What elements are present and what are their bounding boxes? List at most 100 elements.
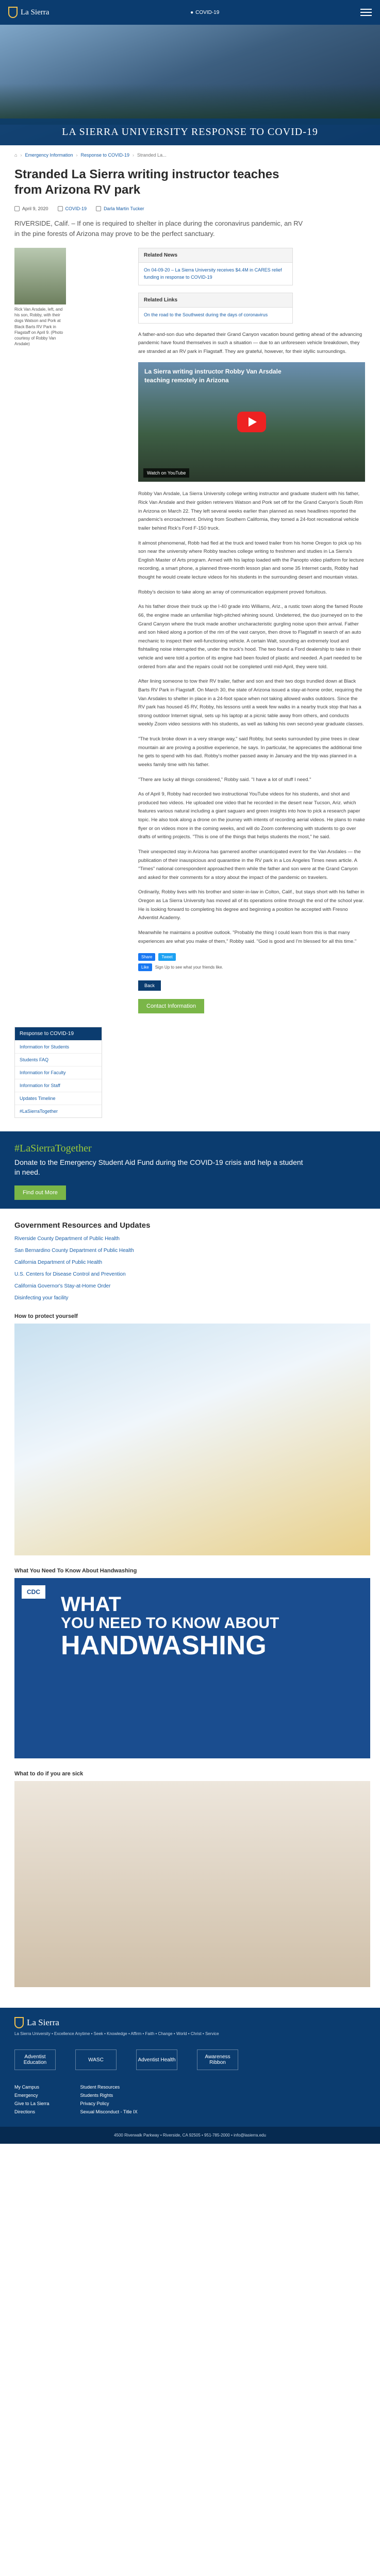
protect-section: How to protect yourself	[14, 1313, 370, 1556]
related-links-heading: Related Links	[139, 293, 292, 308]
play-icon[interactable]	[237, 412, 266, 433]
facebook-like-button[interactable]: Like	[138, 963, 152, 972]
article-paragraph: Ordinarily, Robby lives with his brother…	[138, 889, 365, 921]
footer-link[interactable]: Sexual Misconduct - Title IX	[80, 2109, 138, 2114]
facebook-share-button[interactable]: Share	[138, 953, 156, 961]
footer-link[interactable]: Privacy Policy	[80, 2101, 138, 2106]
article-meta: April 9, 2020 COVID-19 Darla Martin Tuck…	[14, 206, 366, 211]
related-news-link[interactable]: On 04-09-20 – La Sierra University recei…	[144, 267, 282, 280]
partner-logo[interactable]: Adventist Education	[14, 2049, 56, 2071]
twitter-share-button[interactable]: Tweet	[158, 953, 176, 961]
breadcrumb-item[interactable]: Emergency Information	[25, 152, 73, 158]
protect-heading: How to protect yourself	[14, 1313, 78, 1320]
gov-link[interactable]: Riverside County Department of Public He…	[14, 1236, 366, 1242]
response-nav-item[interactable]: Students FAQ	[15, 1053, 102, 1066]
donate-hashtag: #LaSierraTogether	[14, 1143, 92, 1155]
article-paragraph: As his father drove their truck up the I…	[138, 604, 363, 670]
response-nav-item[interactable]: Updates Timeline	[15, 1092, 102, 1105]
home-icon[interactable]: ⌂	[14, 152, 17, 158]
gov-link[interactable]: California Governor's Stay-at-Home Order	[14, 1283, 366, 1289]
related-link[interactable]: On the road to the Southwest during the …	[144, 312, 268, 317]
breadcrumb-separator: ›	[20, 152, 22, 158]
breadcrumb: ⌂ › Emergency Information › Response to …	[14, 152, 366, 158]
related-news-heading: Related News	[139, 248, 292, 263]
article-paragraph: Meanwhile he maintains a positive outloo…	[138, 929, 357, 944]
covid-response-nav: Response to COVID-19 Information for Stu…	[14, 1027, 102, 1118]
hw-hand: HANDWASHING	[61, 1630, 267, 1660]
category-meta: COVID-19	[57, 206, 87, 211]
footer-link[interactable]: Give to La Sierra	[14, 2101, 49, 2106]
youtube-video[interactable]: La Sierra writing instructor Robby Van A…	[138, 362, 365, 482]
covid-link[interactable]: ● COVID-19	[190, 10, 219, 15]
response-nav-item[interactable]: #LaSierraTogether	[15, 1105, 102, 1117]
watch-on-youtube-link[interactable]: Watch on YouTube	[143, 468, 190, 478]
partner-logo[interactable]: Adventist Health	[136, 2049, 177, 2071]
handwashing-section: What You Need To Know About Handwashing …	[14, 1568, 370, 1759]
related-links-box: Related Links On the road to the Southwe…	[138, 293, 293, 324]
shield-icon	[14, 2017, 24, 2029]
footer-link[interactable]: Student Resources	[80, 2084, 138, 2090]
footer-logo-text: La Sierra	[27, 2018, 59, 2028]
footer-logo[interactable]: La Sierra	[14, 2017, 366, 2029]
response-nav-item[interactable]: Information for Students	[15, 1040, 102, 1053]
article-category[interactable]: COVID-19	[65, 206, 87, 211]
article-paragraph: Robby Van Arsdale, La Sierra University …	[138, 491, 363, 531]
footer-link[interactable]: My Campus	[14, 2084, 49, 2090]
article-body: Rick Van Arsdale, left, and his son, Rob…	[14, 248, 366, 1014]
article-author[interactable]: Darla Martin Tucker	[104, 206, 144, 211]
sick-heading: What to do if you are sick	[14, 1771, 84, 1777]
contact-information-button[interactable]: Contact Information	[138, 999, 204, 1014]
find-out-more-button[interactable]: Find out More	[14, 1185, 66, 1200]
footer-bottom: 4500 Riverwalk Parkway • Riverside, CA 9…	[0, 2127, 380, 2144]
breadcrumb-separator: ›	[133, 152, 135, 158]
footer-link[interactable]: Directions	[14, 2109, 49, 2114]
article-paragraph: A father-and-son duo who departed their …	[138, 331, 362, 354]
ribbon-icon: Awareness Ribbon	[197, 2049, 238, 2071]
footer-columns: My Campus Emergency Give to La Sierra Di…	[14, 2084, 366, 2117]
handwashing-video[interactable]: CDC WHAT YOU NEED TO KNOW ABOUT HANDWASH…	[14, 1578, 370, 1759]
gov-link[interactable]: Disinfecting your facility	[14, 1295, 366, 1301]
gov-link[interactable]: California Department of Public Health	[14, 1260, 366, 1265]
article-paragraph: Robby's decision to take along an array …	[138, 589, 327, 595]
handwashing-heading: What You Need To Know About Handwashing	[14, 1568, 137, 1574]
site-logo[interactable]: La Sierra	[8, 7, 49, 18]
back-button[interactable]: Back	[138, 980, 161, 991]
article-paragraph: Their unexpected stay in Arizona has gar…	[138, 849, 361, 880]
response-nav-item[interactable]: Information for Faculty	[15, 1066, 102, 1079]
article-paragraph: "There are lucky all things considered,"…	[138, 776, 311, 783]
hero-band: LA SIERRA UNIVERSITY RESPONSE TO COVID-1…	[0, 118, 380, 145]
alert-icon: ●	[190, 9, 194, 15]
partner-logo[interactable]: WASC	[75, 2049, 117, 2071]
gov-link[interactable]: San Bernardino County Department of Publ…	[14, 1248, 366, 1253]
article-paragraph: As of April 9, Robby had recorded two in…	[138, 791, 365, 840]
sick-photo	[14, 1781, 370, 1988]
author-meta: Darla Martin Tucker	[96, 206, 144, 211]
shield-icon	[8, 7, 18, 18]
top-bar: La Sierra ● COVID-19	[0, 0, 380, 25]
sick-section: What to do if you are sick	[14, 1771, 370, 1988]
article-lead: RIVERSIDE, Calif. – If one is required t…	[14, 219, 303, 238]
gov-link[interactable]: U.S. Centers for Disease Control and Pre…	[14, 1272, 366, 1277]
article: Stranded La Sierra writing instructor te…	[14, 167, 366, 1014]
article-paragraph: It almost phenomenal, Robb had fled at t…	[138, 540, 364, 581]
hero-title: LA SIERRA UNIVERSITY RESPONSE TO COVID-1…	[62, 126, 318, 138]
footer-link[interactable]: Students Rights	[80, 2093, 138, 2098]
response-nav-item[interactable]: Information for Staff	[15, 1079, 102, 1092]
article-left-column: Rick Van Arsdale, left, and his son, Rob…	[14, 248, 128, 1013]
hero-banner: LA SIERRA UNIVERSITY RESPONSE TO COVID-1…	[0, 25, 380, 145]
user-icon	[96, 206, 102, 211]
footer-link[interactable]: Emergency	[14, 2093, 49, 2098]
article-right-column: Related News On 04-09-20 – La Sierra Uni…	[138, 248, 365, 1014]
handwashing-photo	[14, 1324, 370, 1556]
footer-col: My Campus Emergency Give to La Sierra Di…	[14, 2084, 49, 2117]
share-row: Share Tweet	[138, 953, 365, 961]
covid-label: COVID-19	[195, 9, 220, 15]
hamburger-menu-icon[interactable]	[360, 9, 372, 16]
response-heading: Response to COVID-19	[15, 1027, 102, 1041]
government-resources: Government Resources and Updates Riversi…	[14, 1221, 366, 1301]
donate-text: Donate to the Emergency Student Aid Fund…	[14, 1158, 303, 1177]
like-row: Like Sign Up to see what your friends li…	[138, 963, 365, 972]
breadcrumb-item[interactable]: Response to COVID-19	[80, 152, 129, 158]
calendar-icon	[14, 206, 20, 211]
date-meta: April 9, 2020	[14, 206, 48, 211]
